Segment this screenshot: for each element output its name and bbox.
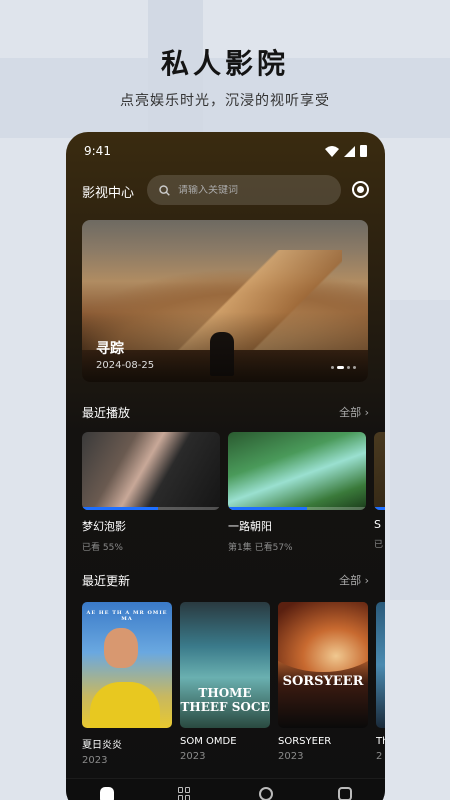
banner-pager — [331, 366, 356, 369]
banner-title: 寻踪 — [96, 341, 124, 357]
recent-see-all-label: 全部 — [339, 406, 362, 419]
poster-year: 2023 — [278, 751, 304, 762]
progress-track — [82, 507, 220, 510]
updates-see-all-link[interactable]: 全部 › — [339, 572, 369, 588]
progress-fill — [82, 507, 158, 510]
recent-card[interactable]: 一路朝阳 第1集 已看57% — [228, 432, 366, 553]
recent-list: 梦幻泡影 已看 55% 一路朝阳 第1集 已看57% S 已 — [82, 432, 385, 553]
poster-image — [376, 602, 385, 728]
poster-title: SORSYEER — [278, 736, 332, 747]
recent-meta: 第1集 已看57% — [228, 543, 293, 553]
updates-section-header: 最近更新 全部 › — [82, 572, 369, 590]
poster-card[interactable]: AE HE TH A MR OMIE MA 夏日炎炎 2023 — [82, 602, 172, 766]
search-bar[interactable] — [147, 175, 341, 205]
poster-title: SOM OMDE — [180, 736, 237, 747]
recent-title: 一路朝阳 — [228, 520, 272, 533]
poster-planet — [278, 602, 368, 672]
pager-dot — [337, 366, 344, 369]
phone-screen: 9:41 影视中心 寻踪 2024-08-25 最近播放 全部 › — [66, 132, 385, 800]
battery-icon — [360, 145, 367, 157]
poster-body — [90, 682, 160, 728]
recent-section-title: 最近播放 — [82, 406, 131, 420]
banner-date: 2024-08-25 — [96, 360, 155, 371]
recent-title: 梦幻泡影 — [82, 520, 126, 533]
poster-year: 2023 — [180, 751, 206, 762]
search-input[interactable] — [178, 184, 328, 196]
home-icon[interactable] — [100, 787, 114, 800]
recent-thumbnail — [228, 432, 366, 510]
poster-card[interactable]: Th 2 — [376, 602, 385, 766]
profile-icon[interactable] — [338, 787, 352, 800]
status-time: 9:41 — [84, 144, 111, 158]
recent-thumbnail — [374, 432, 385, 510]
recent-section-header: 最近播放 全部 › — [82, 404, 369, 422]
search-icon — [159, 184, 170, 196]
progress-track — [228, 507, 366, 510]
featured-banner[interactable]: 寻踪 2024-08-25 — [82, 220, 368, 382]
promo-subline: 点亮娱乐时光，沉浸的视听享受 — [120, 93, 330, 109]
promo-headline: 私人影院 — [160, 47, 289, 80]
recent-meta: 已看 55% — [82, 543, 123, 553]
recent-thumbnail — [82, 432, 220, 510]
progress-fill — [374, 507, 385, 510]
updates-list: AE HE TH A MR OMIE MA 夏日炎炎 2023 THOME TH… — [82, 602, 385, 766]
poster-year: 2023 — [82, 755, 108, 766]
poster-card[interactable]: SORSYEER SORSYEER 2023 — [278, 602, 368, 766]
pager-dot — [347, 366, 350, 369]
record-icon[interactable] — [352, 181, 369, 198]
poster-image: AE HE TH A MR OMIE MA — [82, 602, 172, 728]
pager-dot — [331, 366, 334, 369]
background-band-right — [390, 300, 450, 600]
progress-fill — [228, 507, 307, 510]
poster-text: SORSYEER — [282, 674, 364, 689]
poster-year: 2 — [376, 751, 383, 762]
pager-dot — [353, 366, 356, 369]
progress-track — [374, 507, 385, 510]
grid-icon[interactable] — [178, 787, 192, 800]
poster-face — [104, 628, 138, 668]
top-bar: 影视中心 — [82, 174, 369, 206]
poster-image: SORSYEER — [278, 602, 368, 728]
poster-title: 夏日炎炎 — [82, 740, 122, 751]
recent-card[interactable]: S 已 — [374, 432, 385, 553]
poster-text: THOME THEEF SOCE — [180, 686, 270, 714]
poster-card[interactable]: THOME THEEF SOCE SOM OMDE 2023 — [180, 602, 270, 766]
recent-title: S — [374, 518, 381, 531]
poster-title: Th — [376, 736, 385, 747]
poster-image: THOME THEEF SOCE — [180, 602, 270, 728]
recent-meta: 已 — [374, 540, 384, 550]
wifi-icon — [325, 145, 339, 157]
updates-section-title: 最近更新 — [82, 574, 131, 588]
status-bar: 9:41 — [84, 144, 367, 160]
discover-icon[interactable] — [259, 787, 273, 800]
poster-text: AE HE TH A MR OMIE MA — [86, 610, 168, 622]
updates-see-all-label: 全部 — [339, 574, 362, 587]
recent-card[interactable]: 梦幻泡影 已看 55% — [82, 432, 220, 553]
bottom-nav — [66, 778, 385, 800]
recent-see-all-link[interactable]: 全部 › — [339, 404, 369, 420]
banner-shade — [82, 312, 368, 382]
app-title: 影视中心 — [82, 186, 135, 201]
signal-icon — [344, 145, 355, 157]
status-icons — [325, 145, 367, 157]
